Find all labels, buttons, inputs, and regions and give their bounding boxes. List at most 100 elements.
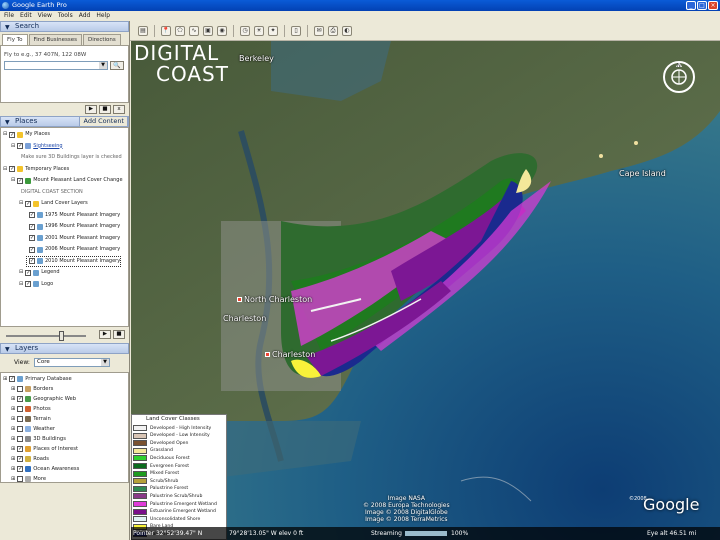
places-item[interactable]: ⊟ ✓ Sightseeing bbox=[11, 142, 63, 151]
layer-item[interactable]: ⊞ ✓ Ocean Awareness bbox=[11, 464, 79, 474]
checkbox[interactable]: ✓ bbox=[17, 456, 24, 462]
email-icon[interactable]: ✉ bbox=[314, 25, 324, 36]
places-panel-header[interactable]: ▼ Places Add Content bbox=[0, 116, 129, 127]
checkbox[interactable] bbox=[17, 436, 24, 442]
expand-toggle-icon[interactable]: ⊟ bbox=[19, 280, 23, 289]
checkbox[interactable]: ✓ bbox=[29, 223, 35, 230]
checkbox[interactable]: ✓ bbox=[17, 177, 24, 184]
expand-toggle-icon[interactable]: ⊞ bbox=[11, 474, 15, 482]
checkbox[interactable]: ✓ bbox=[17, 446, 24, 452]
checkbox[interactable] bbox=[17, 426, 24, 432]
checkbox[interactable] bbox=[17, 386, 24, 392]
layer-item[interactable]: ⊞ Weather bbox=[11, 424, 55, 434]
overlay-icon[interactable]: ▣ bbox=[203, 25, 213, 36]
menu-edit[interactable]: Edit bbox=[20, 11, 32, 21]
expand-toggle-icon[interactable]: ⊞ bbox=[11, 464, 15, 474]
place-label-berkeley[interactable]: Berkeley bbox=[239, 54, 274, 63]
polygon-icon[interactable]: ⬠ bbox=[175, 25, 185, 36]
places-item[interactable]: DIGITAL COAST SECTION bbox=[19, 188, 83, 197]
checkbox[interactable]: ✓ bbox=[17, 143, 24, 149]
place-label-north-charleston[interactable]: North Charleston bbox=[237, 295, 312, 304]
minimize-button[interactable]: _ bbox=[686, 1, 696, 10]
expand-toggle-icon[interactable]: ⊞ bbox=[11, 414, 15, 424]
play-button[interactable]: ▶ bbox=[85, 105, 97, 114]
expand-toggle-icon[interactable]: ⊟ bbox=[3, 165, 7, 174]
menu-help[interactable]: Help bbox=[96, 11, 110, 21]
place-label-charleston[interactable]: Charleston bbox=[265, 350, 315, 359]
checkbox[interactable]: ✓ bbox=[9, 376, 16, 382]
maximize-button[interactable]: □ bbox=[697, 1, 707, 10]
path-icon[interactable]: ∿ bbox=[189, 25, 199, 36]
chevron-down-icon[interactable]: ▼ bbox=[99, 62, 107, 69]
places-item[interactable]: ⊟ ✓ Land Cover Layers bbox=[19, 199, 88, 208]
expand-toggle-icon[interactable]: ⊞ bbox=[11, 384, 15, 394]
tab-directions[interactable]: Directions bbox=[83, 34, 121, 45]
checkbox[interactable]: ✓ bbox=[29, 235, 35, 241]
checkbox[interactable]: ✓ bbox=[29, 212, 35, 218]
historical-imagery-icon[interactable]: ◷ bbox=[240, 25, 250, 36]
tour-icon[interactable]: ◉ bbox=[217, 25, 227, 36]
checkbox[interactable]: ✓ bbox=[25, 269, 32, 276]
places-item[interactable]: ✓ 1996 Mount Pleasant Imagery bbox=[27, 222, 120, 231]
stop-tour-button[interactable]: ■ bbox=[113, 330, 125, 339]
clear-search-button[interactable]: x bbox=[113, 105, 125, 114]
place-label-charleston-road[interactable]: Charleston bbox=[223, 314, 266, 323]
search-go-button[interactable]: 🔍 bbox=[110, 61, 124, 70]
places-item[interactable]: ⊟ ✓ Logo bbox=[19, 280, 53, 289]
layer-item[interactable]: ⊞ ✓ Geographic Web bbox=[11, 394, 76, 404]
checkbox[interactable]: ✓ bbox=[29, 258, 35, 264]
place-label-cape-island[interactable]: Cape Island bbox=[619, 169, 666, 178]
tab-fly-to[interactable]: Fly To bbox=[2, 34, 28, 45]
sky-icon[interactable]: ✦ bbox=[268, 25, 278, 36]
view-select[interactable]: Core ▼ bbox=[34, 358, 110, 367]
checkbox[interactable] bbox=[17, 476, 24, 482]
slider-handle[interactable] bbox=[59, 331, 65, 341]
earth-map-view[interactable]: DIGITAL COAST Berkeley Cape Island North… bbox=[131, 41, 720, 540]
layer-item[interactable]: ⊞ 3D Buildings bbox=[11, 434, 66, 444]
expand-toggle-icon[interactable]: ⊟ bbox=[11, 176, 15, 185]
places-item[interactable]: ⊟ ✓ Legend bbox=[19, 268, 60, 277]
expand-toggle-icon[interactable]: ⊟ bbox=[19, 268, 23, 277]
expand-toggle-icon[interactable]: ⊞ bbox=[11, 434, 15, 444]
places-item[interactable]: ✓ 1975 Mount Pleasant Imagery bbox=[27, 211, 120, 220]
layer-item[interactable]: ⊞ ✓ Places of Interest bbox=[11, 444, 78, 454]
layer-item[interactable]: ⊞ Photos bbox=[11, 404, 51, 414]
places-item[interactable]: ✓ 2010 Mount Pleasant Imagery bbox=[25, 255, 122, 267]
places-item[interactable]: ⊟ ✓ Temporary Places bbox=[3, 165, 69, 174]
places-item[interactable]: ✓ 2006 Mount Pleasant Imagery bbox=[27, 245, 120, 254]
layer-item[interactable]: ⊞ Terrain bbox=[11, 414, 51, 424]
menu-tools[interactable]: Tools bbox=[58, 11, 73, 21]
checkbox[interactable]: ✓ bbox=[25, 200, 32, 207]
checkbox[interactable] bbox=[17, 406, 24, 412]
menu-view[interactable]: View bbox=[38, 11, 52, 21]
tab-find-businesses[interactable]: Find Businesses bbox=[28, 34, 83, 45]
expand-toggle-icon[interactable]: ⊟ bbox=[19, 199, 23, 208]
layer-item[interactable]: ⊞ Borders bbox=[11, 384, 53, 394]
checkbox[interactable]: ✓ bbox=[9, 166, 16, 172]
layers-panel-header[interactable]: ▼ Layers bbox=[0, 343, 129, 354]
opacity-slider[interactable] bbox=[6, 331, 86, 341]
expand-toggle-icon[interactable]: ⊞ bbox=[11, 424, 15, 434]
play-tour-button[interactable]: ▶ bbox=[99, 330, 111, 339]
menu-file[interactable]: File bbox=[4, 11, 14, 21]
layer-item[interactable]: ⊞ More bbox=[11, 474, 46, 482]
add-content-button[interactable]: Add Content bbox=[79, 116, 128, 127]
layer-item[interactable]: ⊞ ✓ Roads bbox=[11, 454, 49, 464]
expand-toggle-icon[interactable]: ⊟ bbox=[3, 130, 7, 139]
checkbox[interactable]: ✓ bbox=[9, 131, 16, 138]
print-icon[interactable]: ⎙ bbox=[328, 25, 338, 36]
places-item[interactable]: ⊟ ✓ My Places bbox=[3, 130, 50, 139]
places-item[interactable]: ⊟ ✓ Mount Pleasant Land Cover Change bbox=[11, 176, 123, 185]
checkbox[interactable]: ✓ bbox=[25, 281, 32, 287]
stop-button[interactable]: ■ bbox=[99, 105, 111, 114]
checkbox[interactable]: ✓ bbox=[17, 396, 24, 402]
menu-add[interactable]: Add bbox=[79, 11, 91, 21]
chevron-down-icon[interactable]: ▼ bbox=[101, 359, 109, 366]
close-button[interactable]: × bbox=[708, 1, 718, 10]
placemark-icon[interactable]: 📍 bbox=[161, 25, 171, 36]
sun-icon[interactable]: ☀ bbox=[254, 25, 264, 36]
search-input[interactable]: ▼ bbox=[4, 61, 108, 70]
expand-toggle-icon[interactable]: ⊟ bbox=[11, 142, 15, 151]
navigation-compass-icon[interactable]: N bbox=[661, 59, 697, 95]
layer-item[interactable]: ⊞ ✓ Primary Database bbox=[3, 374, 72, 384]
